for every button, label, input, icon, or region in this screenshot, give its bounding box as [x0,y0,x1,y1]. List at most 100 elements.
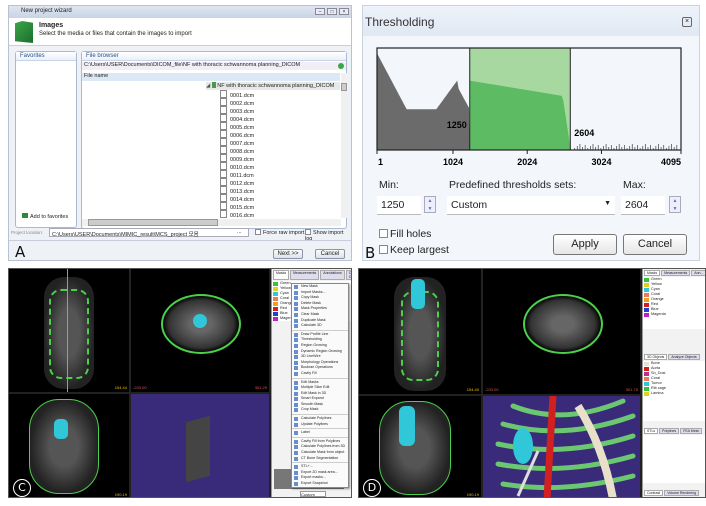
vertical-scrollbar[interactable] [341,73,347,218]
close-button[interactable]: × [339,8,349,15]
tab[interactable]: Volume Rendering [664,490,700,496]
histogram[interactable]: 1250 2604 1 1024 2024 3024 4095 [375,44,685,166]
coronal-view[interactable]: 154.40 [359,269,481,394]
menu-item[interactable]: CT Bone Segmentation [292,456,348,462]
list-item[interactable]: 0013.dcm [220,186,254,195]
min-input[interactable]: 1250 [377,196,421,215]
tab[interactable]: 3D Objects [644,354,668,360]
list-item[interactable]: 0015.dcm [220,202,254,211]
checkbox[interactable] [379,229,388,238]
menu-separator [292,329,348,331]
close-icon[interactable]: × [682,17,692,27]
menu-item[interactable]: Cavity Fill [292,371,348,377]
min-spinner[interactable]: ▲ ▼ [424,196,436,213]
go-icon[interactable] [338,63,344,69]
panel-label-a: A [15,243,26,261]
tab[interactable]: Polylines [659,428,680,434]
tab[interactable]: Cross Objects [345,270,351,280]
list-item[interactable]: 0014.dcm [220,194,254,203]
object-row[interactable]: Lamina [643,391,705,396]
readout: 190.19 [466,492,479,497]
wizard-header: Images Select the media or files that co… [9,18,351,46]
scroll-thumb[interactable] [341,83,347,91]
menu-item[interactable]: Export Snapshot [292,481,348,487]
fill-holes-checkbox[interactable]: Fill holes [379,228,431,240]
cancel-button[interactable]: Cancel [315,249,345,259]
tab[interactable]: Measurements [661,270,691,276]
tab[interactable]: Measurements [290,270,320,280]
tree-folder[interactable]: ◢ NF with thoracic schwannoma planning_D… [206,82,340,90]
list-item[interactable]: 0005.dcm [220,122,254,131]
readout: -233.00 [133,385,147,390]
cancel-button[interactable]: Cancel [623,234,687,255]
panel-label-b: B [365,244,376,261]
coronal-view[interactable]: 154.44 [9,269,129,392]
list-item[interactable]: 0007.dcm [220,138,254,147]
keep-largest-checkbox[interactable]: Keep largest [379,244,449,256]
maximize-button[interactable]: □ [327,8,337,15]
mask-row-color-swatch [273,316,278,321]
tab[interactable]: Annotations [320,270,345,280]
list-item[interactable]: 0010.dcm [220,162,254,171]
readout: 154.40 [466,387,479,392]
histogram-bar [610,145,612,150]
tab[interactable]: Ann... [691,270,705,276]
preset-dropdown[interactable]: Custom [300,491,326,497]
force-raw-import-checkbox[interactable]: Force raw import [255,229,304,236]
list-item[interactable]: 0004.dcm [220,114,254,123]
menu-item[interactable]: Crop Mask [292,407,348,413]
histogram-bar [584,145,586,150]
horizontal-scrollbar[interactable] [82,219,341,226]
tab[interactable]: Contrast [644,490,664,496]
list-item[interactable]: 0016.dcm [220,210,254,219]
max-spinner[interactable]: ▲ ▼ [669,196,681,213]
mask-row[interactable]: Magenta [643,312,705,317]
min-label: Min: [379,179,399,191]
add-to-favorites-button[interactable]: Add to favorites [22,213,68,220]
menu-item[interactable]: Calculate 3D [292,323,348,329]
mask-row-label: Orange [651,297,664,301]
list-item[interactable]: 0012.dcm [220,178,254,187]
tab[interactable]: FEA Mesh [680,428,703,434]
object-row-label: Bone [651,361,660,365]
preset-value: Custom [451,199,488,211]
tab[interactable]: Masks [273,270,290,280]
next-button[interactable]: Next >> [273,249,303,259]
checkbox[interactable] [379,245,388,254]
list-item[interactable]: 0006.dcm [220,130,254,139]
checkbox[interactable] [305,229,311,235]
3d-view[interactable] [131,394,269,497]
max-input[interactable]: 2604 [621,196,665,215]
tick-label: 2024 [517,157,537,166]
project-location-input[interactable]: C:\Users\USER\Documents\MIMIC_result\MCS… [49,228,249,238]
tab[interactable]: Analyze Objects [668,354,700,360]
tab[interactable]: STLs [644,428,659,434]
histogram-area-below-min [377,53,470,150]
column-header-file-name[interactable]: File name [82,73,340,81]
3d-rendering-view[interactable] [483,396,640,497]
list-item[interactable]: 0001.dcm [220,90,254,99]
menu-item[interactable]: Update Polylines [292,422,348,428]
segmentation-workspace-d: 154.40 -233.00 301.75 190.19 Masks Measur… [358,268,706,498]
histogram-bar [671,144,672,150]
preset-dropdown[interactable]: Custom ▼ [447,196,615,215]
list-item[interactable]: 0002.dcm [220,98,254,107]
tab[interactable]: Masks [644,270,661,276]
minimize-button[interactable]: – [315,8,325,15]
axial-view[interactable]: -233.00 301.75 [483,269,640,394]
list-item[interactable]: 0003.dcm [220,106,254,115]
axial-view[interactable]: -233.00 301.29 [131,269,269,392]
hscroll-thumb[interactable] [88,219,218,226]
path-bar[interactable]: C:\Users\USER\Documents\DICOM_file\NF wi… [82,62,346,70]
apply-button[interactable]: Apply [553,234,617,255]
checkbox[interactable] [255,229,261,235]
browse-button[interactable]: ... [237,229,242,235]
readout: 190.19 [114,492,127,497]
mask-row-color-swatch [644,297,649,302]
histogram-bar [616,146,617,150]
menu-item[interactable]: Label [292,430,348,436]
list-item[interactable]: 0009.dcm [220,154,254,163]
list-item[interactable]: 0011.dcm [220,170,254,179]
list-item[interactable]: 0008.dcm [220,146,254,155]
mask-row-color-swatch [273,311,278,316]
